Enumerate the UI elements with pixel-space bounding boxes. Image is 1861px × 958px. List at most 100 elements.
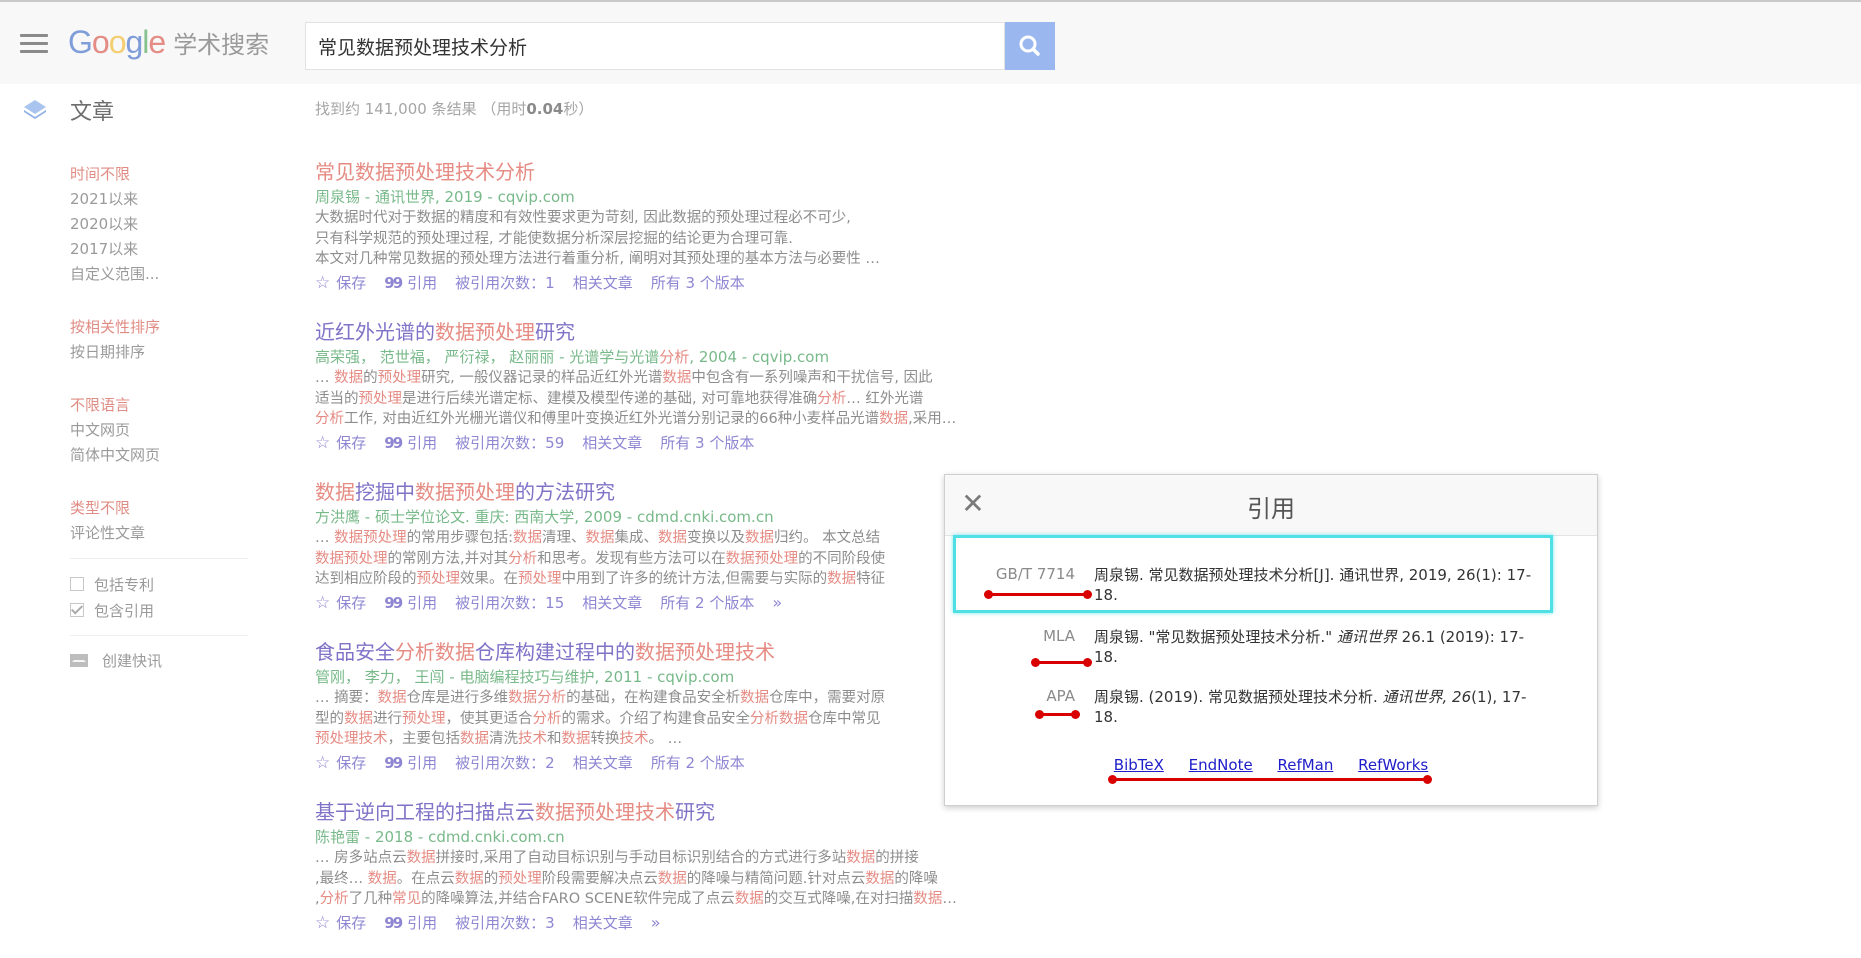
logo-subtitle: 学术搜索 xyxy=(173,31,270,59)
time-filter-2020[interactable]: 2020以来 xyxy=(70,212,250,237)
quote-icon: 99 xyxy=(384,433,403,452)
related-articles-link[interactable]: 相关文章 xyxy=(582,432,642,454)
export-refman-link[interactable]: RefMan xyxy=(1277,756,1333,774)
related-articles-link[interactable]: 相关文章 xyxy=(582,592,642,614)
all-versions-link[interactable]: 所有 2 个版本 xyxy=(651,752,745,774)
quote-icon: 99 xyxy=(384,753,403,772)
search-input[interactable] xyxy=(306,23,1004,69)
include-patents-checkbox[interactable]: 包括专利 xyxy=(70,571,250,597)
star-icon: ☆ xyxy=(315,752,331,773)
result-snippet: … 数据的预处理研究, 一般仪器记录的样品近红外光谱数据中包含有一系列噪声和干扰… xyxy=(315,370,957,427)
citation-format-label: GB/T 7714 xyxy=(995,565,1075,583)
include-citations-checkbox[interactable]: 包含引用 xyxy=(70,597,250,623)
hamburger-menu-icon[interactable] xyxy=(20,34,48,54)
cite-label: 引用 xyxy=(407,433,438,452)
result-snippet: … 房多站点云数据拼接时,采用了自动目标识别与手动目标识别结合的方式进行多站数据… xyxy=(315,850,957,907)
cited-by-link[interactable]: 被引用次数：59 xyxy=(455,432,564,454)
result-actions: ☆ 保存 99 引用 被引用次数：1 相关文章 所有 3 个版本 xyxy=(315,272,1095,294)
export-links: BibTeX EndNote RefMan RefWorks xyxy=(945,756,1597,774)
star-icon: ☆ xyxy=(315,272,331,293)
cite-button[interactable]: 99 引用 xyxy=(384,272,437,294)
cite-label: 引用 xyxy=(407,753,438,772)
save-button[interactable]: ☆ 保存 xyxy=(315,432,366,454)
all-versions-link[interactable]: 所有 2 个版本 xyxy=(660,592,754,614)
citation-part: 周泉锡. "常见数据预处理技术分析." xyxy=(1094,628,1337,646)
sort-relevance[interactable]: 按相关性排序 xyxy=(70,315,250,340)
export-bibtex-link[interactable]: BibTeX xyxy=(1114,756,1164,774)
checkbox-icon xyxy=(70,577,84,591)
time-filter-any[interactable]: 时间不限 xyxy=(70,162,250,187)
more-chevron-icon[interactable]: » xyxy=(772,592,782,614)
google-scholar-logo[interactable]: Google 学术搜索 xyxy=(68,24,269,61)
quote-icon: 99 xyxy=(384,913,403,932)
citation-format-label: MLA xyxy=(1043,627,1075,645)
result-item: 基于逆向工程的扫描点云数据预处理技术研究 陈艳雷 - 2018 - cdmd.c… xyxy=(315,798,1095,946)
cited-by-link[interactable]: 被引用次数：2 xyxy=(455,752,555,774)
star-icon: ☆ xyxy=(315,432,331,453)
related-articles-link[interactable]: 相关文章 xyxy=(573,272,633,294)
citation-dialog: ✕ 引用 GB/T 7714 周泉锡. 常见数据预处理技术分析[J]. 通讯世界… xyxy=(944,474,1598,806)
save-button[interactable]: ☆ 保存 xyxy=(315,272,366,294)
all-versions-link[interactable]: 所有 3 个版本 xyxy=(651,272,745,294)
save-button[interactable]: ☆ 保存 xyxy=(315,592,366,614)
language-chinese-web[interactable]: 中文网页 xyxy=(70,418,250,443)
type-any[interactable]: 类型不限 xyxy=(70,496,250,521)
time-filter-custom[interactable]: 自定义范围... xyxy=(70,262,250,287)
result-actions: ☆ 保存 99 引用 被引用次数：59 相关文章 所有 3 个版本 xyxy=(315,432,1095,454)
search-icon xyxy=(1019,35,1040,56)
cite-button[interactable]: 99 引用 xyxy=(384,432,437,454)
result-title-link[interactable]: 近红外光谱的数据预处理研究 xyxy=(315,318,1095,346)
include-patents-label: 包括专利 xyxy=(94,575,155,594)
result-item: 近红外光谱的数据预处理研究 高荣强， 范世福， 严衍禄， 赵丽丽 - 光谱学与光… xyxy=(315,318,1095,466)
citation-journal: 通讯世界 xyxy=(1336,628,1397,646)
annotation-underline xyxy=(1031,658,1092,667)
time-filter-2017[interactable]: 2017以来 xyxy=(70,237,250,262)
all-versions-link[interactable]: 所有 3 个版本 xyxy=(660,432,754,454)
time-filter-2021[interactable]: 2021以来 xyxy=(70,187,250,212)
dialog-header: ✕ 引用 xyxy=(945,475,1597,536)
type-review[interactable]: 评论性文章 xyxy=(70,521,250,546)
citation-text[interactable]: 周泉锡. "常见数据预处理技术分析." 通讯世界 26.1 (2019): 17… xyxy=(1094,627,1534,667)
cite-label: 引用 xyxy=(407,273,438,292)
meta-highlight: 分析 xyxy=(659,348,690,366)
result-stats: 找到约 141,000 条结果 （用时0.04秒） xyxy=(315,98,593,119)
citation-text[interactable]: 周泉锡. (2019). 常见数据预处理技术分析. 通讯世界, 26(1), 1… xyxy=(1094,687,1534,727)
cited-by-link[interactable]: 被引用次数：15 xyxy=(455,592,564,614)
related-articles-link[interactable]: 相关文章 xyxy=(573,752,633,774)
create-alert-label: 创建快讯 xyxy=(102,652,163,670)
meta-rest: , 2004 - cqvip.com xyxy=(689,348,830,366)
annotation-underline xyxy=(1035,710,1080,719)
result-snippet: 大数据时代对于数据的精度和有效性要求更为苛刻, 因此数据的预处理过程必不可少, 只… xyxy=(315,210,880,267)
export-refworks-link[interactable]: RefWorks xyxy=(1358,756,1428,774)
export-endnote-link[interactable]: EndNote xyxy=(1189,756,1253,774)
search-button[interactable] xyxy=(1005,22,1055,70)
star-icon: ☆ xyxy=(315,912,331,933)
cited-by-link[interactable]: 被引用次数：3 xyxy=(455,912,555,934)
result-title-link[interactable]: 常见数据预处理技术分析 xyxy=(315,158,1095,186)
cite-button[interactable]: 99 引用 xyxy=(384,752,437,774)
result-item: 常见数据预处理技术分析 周泉锡 - 通讯世界, 2019 - cqvip.com… xyxy=(315,158,1095,306)
save-label: 保存 xyxy=(336,433,367,452)
cited-by-link[interactable]: 被引用次数：1 xyxy=(455,272,555,294)
create-alert-button[interactable]: 创建快讯 xyxy=(70,650,250,671)
language-simplified-chinese[interactable]: 简体中文网页 xyxy=(70,443,250,468)
more-chevron-icon[interactable]: » xyxy=(651,912,661,934)
cite-button[interactable]: 99 引用 xyxy=(384,592,437,614)
annotation-underline xyxy=(984,590,1092,599)
related-articles-link[interactable]: 相关文章 xyxy=(573,912,633,934)
result-meta: 陈艳雷 - 2018 - cdmd.cnki.com.cn xyxy=(315,828,565,846)
language-any[interactable]: 不限语言 xyxy=(70,393,250,418)
header: Google 学术搜索 xyxy=(0,2,1861,84)
cite-button[interactable]: 99 引用 xyxy=(384,912,437,934)
result-actions: ☆ 保存 99 引用 被引用次数：3 相关文章 » xyxy=(315,912,1095,934)
citation-format-label: APA xyxy=(1046,687,1075,705)
result-meta: 高荣强， 范世福， 严衍禄， 赵丽丽 - 光谱学与光谱分析, 2004 - cq… xyxy=(315,346,1095,368)
save-button[interactable]: ☆ 保存 xyxy=(315,912,366,934)
save-button[interactable]: ☆ 保存 xyxy=(315,752,366,774)
sort-date[interactable]: 按日期排序 xyxy=(70,340,250,365)
citation-text[interactable]: 周泉锡. 常见数据预处理技术分析[J]. 通讯世界, 2019, 26(1): … xyxy=(1094,565,1534,605)
citation-part: 周泉锡. (2019). 常见数据预处理技术分析. xyxy=(1094,688,1383,706)
stats-suffix: 秒） xyxy=(563,100,594,118)
star-icon: ☆ xyxy=(315,592,331,613)
cite-label: 引用 xyxy=(407,913,438,932)
